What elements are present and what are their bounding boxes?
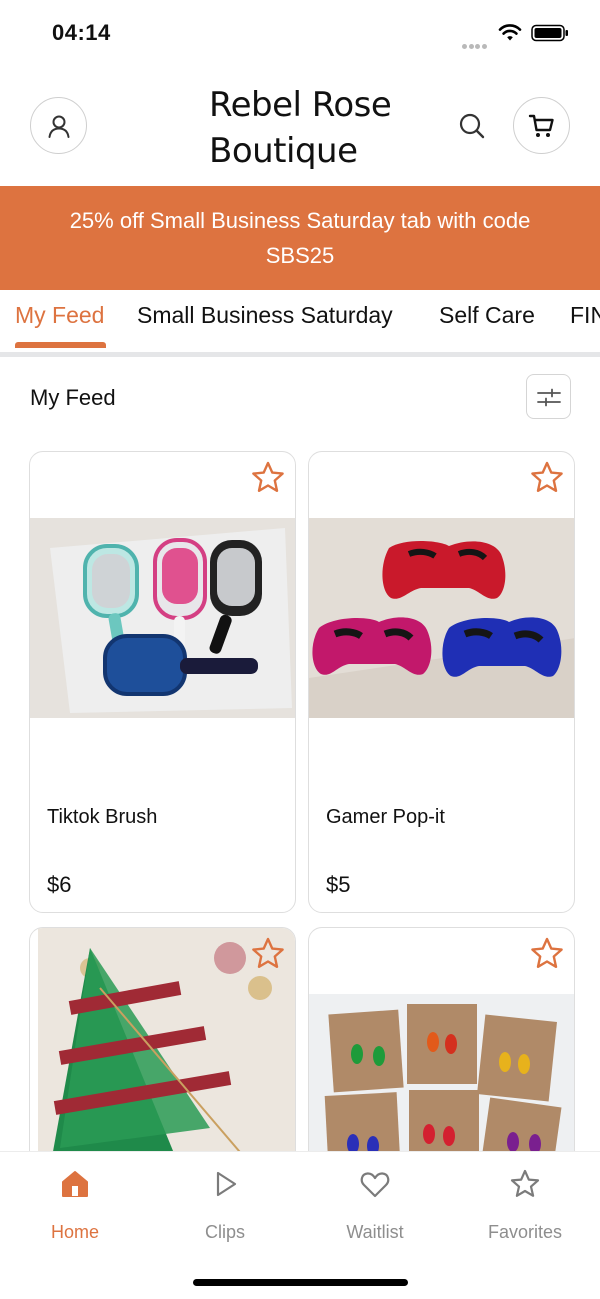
tab-my-feed[interactable]: My Feed — [15, 302, 104, 329]
heart-icon — [360, 1172, 390, 1198]
promo-text: 25% off Small Business Saturday tab with… — [69, 208, 531, 268]
tab-self-care[interactable]: Self Care — [439, 302, 535, 329]
product-name: Gamer Pop-it — [326, 806, 445, 828]
product-card[interactable]: Tiktok Brush $6 — [29, 451, 296, 913]
favorite-star-icon[interactable] — [250, 936, 286, 972]
play-icon — [216, 1171, 237, 1197]
nav-favorites-label: Favorites — [487, 1222, 563, 1242]
filter-button[interactable] — [526, 374, 571, 419]
home-indicator — [193, 1279, 408, 1286]
nav-clips-label: Clips — [204, 1222, 245, 1242]
category-tabs: My Feed Small Business Saturday Self Car… — [0, 290, 600, 352]
nav-waitlist[interactable]: Waitlist — [320, 1168, 430, 1243]
signal-icon — [462, 36, 490, 49]
nav-waitlist-label: Waitlist — [346, 1222, 404, 1242]
active-tab-indicator — [15, 342, 106, 348]
account-button[interactable] — [30, 97, 87, 154]
product-name: Tiktok Brush — [47, 806, 158, 828]
favorite-star-icon[interactable] — [529, 936, 565, 972]
status-bar: 04:14 — [0, 0, 600, 66]
tab-small-business-saturday[interactable]: Small Business Saturday — [137, 302, 393, 329]
feed-title: My Feed — [30, 385, 116, 410]
star-icon — [510, 1169, 540, 1197]
cart-button[interactable] — [513, 97, 570, 154]
tab-fin[interactable]: FIN — [570, 302, 600, 329]
nav-favorites[interactable]: Favorites — [470, 1168, 580, 1243]
product-price: $5 — [326, 872, 351, 897]
favorite-star-icon[interactable] — [529, 460, 565, 496]
sliders-icon — [536, 388, 561, 406]
nav-home-label: Home — [50, 1222, 99, 1242]
wifi-icon — [498, 24, 522, 41]
product-card[interactable]: Gamer Pop-it $5 — [308, 451, 575, 913]
favorite-star-icon[interactable] — [250, 460, 286, 496]
product-card[interactable] — [308, 927, 575, 1187]
bottom-nav: Home Clips Waitlist Favorites — [0, 1151, 600, 1299]
nav-home[interactable]: Home — [20, 1168, 130, 1243]
app-header: Rebel Rose Boutique — [0, 66, 600, 186]
store-title: Rebel Rose Boutique — [209, 85, 392, 171]
nav-clips[interactable]: Clips — [170, 1168, 280, 1243]
home-icon — [62, 1171, 88, 1197]
product-image — [30, 518, 295, 718]
tabs-divider — [0, 352, 600, 357]
product-price: $6 — [47, 872, 72, 897]
status-time: 04:14 — [52, 20, 111, 45]
product-image — [309, 518, 574, 718]
cart-icon — [528, 114, 554, 137]
battery-icon — [531, 24, 568, 42]
promo-banner[interactable]: 25% off Small Business Saturday tab with… — [0, 186, 600, 290]
user-icon — [48, 115, 69, 138]
product-card[interactable] — [29, 927, 296, 1187]
search-icon[interactable] — [456, 110, 488, 142]
